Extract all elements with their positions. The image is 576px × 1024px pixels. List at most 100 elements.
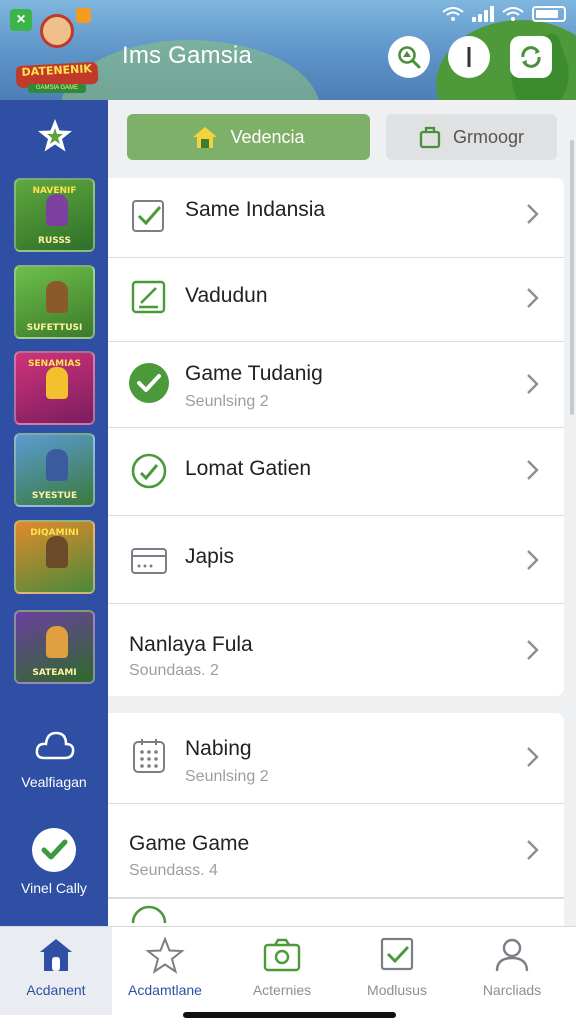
search-icon: [398, 46, 421, 69]
card-icon: [131, 548, 167, 574]
refresh-button[interactable]: [510, 36, 552, 78]
nav-label: Acternies: [252, 982, 312, 998]
check-outline-icon: [131, 905, 167, 924]
calendar-icon: [133, 739, 165, 773]
list-item[interactable]: Nanlaya Fula Soundaas. 2: [108, 604, 564, 696]
nav-item-narcliads[interactable]: Narcliads: [456, 927, 568, 1015]
game-thumbnail[interactable]: SYESTUE: [14, 433, 95, 507]
checkbox-icon: [380, 937, 414, 971]
list-item-title: Game Game: [129, 832, 250, 855]
game-thumbnail[interactable]: SATEAMI: [14, 610, 95, 684]
thumbnail-character: [46, 194, 68, 226]
chevron-right-icon: [527, 747, 539, 767]
thumbnail-character: [46, 626, 68, 658]
home-indicator[interactable]: [183, 1012, 396, 1018]
tab-vedencia[interactable]: Vedencia: [127, 114, 370, 160]
list-item[interactable]: Game Game Seundass. 4: [108, 804, 564, 898]
thumbnail-character: [46, 536, 68, 568]
nav-label: Narcliads: [482, 982, 542, 998]
app-header: × DATENENIK GAMSIA GAME Ims Gamsia: [0, 0, 576, 100]
chevron-right-icon: [527, 550, 539, 570]
list-item[interactable]: Nabing Seunlsing 2: [108, 713, 564, 804]
list-item-title: Game Tudanig: [185, 362, 323, 385]
app-title: Ims Gamsia: [122, 42, 253, 69]
logo-character: [40, 14, 74, 48]
check-filled-icon: [129, 363, 169, 403]
game-thumbnail[interactable]: SUFETTUSI: [14, 265, 95, 339]
signal-icon: [472, 6, 494, 22]
thumbnail-label: SUFETTUSI: [26, 323, 83, 333]
list-item-title: Nabing: [185, 737, 252, 760]
sidebar-item-label[interactable]: Vealfiagan: [0, 774, 108, 790]
info-icon: [467, 47, 471, 67]
chevron-right-icon: [527, 204, 539, 224]
list-item[interactable]: Japis: [108, 516, 564, 604]
tab-label: Vedencia: [230, 126, 305, 147]
tab-grmoogr[interactable]: Grmoogr: [386, 114, 557, 160]
list-item-subtitle: Seunlsing 2: [185, 393, 269, 410]
chevron-right-icon: [527, 840, 539, 860]
list-item[interactable]: Vadudun: [108, 258, 564, 342]
chevron-right-icon: [527, 460, 539, 480]
wifi-icon: [442, 7, 464, 21]
thumbnail-label: SYESTUE: [31, 491, 78, 501]
search-button[interactable]: [388, 36, 430, 78]
checkbox-icon: [132, 200, 164, 232]
list-card-secondary: Nabing Seunlsing 2 Game Game Seundass. 4: [108, 713, 564, 926]
nav-item-acdanent[interactable]: Acdanent: [0, 927, 112, 1015]
thumbnail-character: [46, 367, 68, 399]
nav-item-acdamtlane[interactable]: Acdamtlane: [109, 927, 221, 1015]
user-icon: [495, 938, 529, 972]
cloud-icon[interactable]: [34, 728, 76, 764]
list-item-subtitle: Seunlsing 2: [185, 768, 269, 785]
chevron-right-icon: [527, 640, 539, 660]
thumbnail-character: [46, 281, 68, 313]
list-item[interactable]: Same Indansia: [108, 178, 564, 258]
game-thumbnail[interactable]: NAVENIF RUSSS: [14, 178, 95, 252]
list-item-subtitle: Soundaas. 2: [129, 662, 219, 679]
app-logo: DATENENIK GAMSIA GAME: [14, 10, 100, 94]
list-item-title: Nanlaya Fula: [129, 633, 253, 656]
game-thumbnail[interactable]: SENAMIAS: [14, 351, 95, 425]
thumbnail-label: RUSSS: [38, 236, 71, 246]
info-button[interactable]: [448, 36, 490, 78]
status-bar-icons: [442, 6, 566, 22]
sidebar: NAVENIF RUSSS SUFETTUSI SENAMIAS SYESTUE DIQA…: [0, 100, 108, 926]
tab-label: Grmoogr: [452, 126, 524, 147]
wifi-icon: [502, 7, 524, 21]
game-thumbnail[interactable]: DIQAMINI: [14, 520, 95, 594]
edit-icon: [131, 280, 166, 314]
home-icon: [40, 939, 72, 971]
list-item-subtitle: Seundass. 4: [129, 862, 218, 879]
star-icon: [145, 936, 185, 974]
battery-icon: [532, 6, 566, 22]
nav-item-acternies[interactable]: Acternies: [226, 927, 338, 1015]
home-icon: [193, 127, 218, 148]
logo-subtext: GAMSIA GAME: [28, 84, 86, 93]
chevron-right-icon: [527, 288, 539, 308]
list-card-primary: Same Indansia Vadudun Game Tudanig Seunl…: [108, 178, 564, 696]
list-item-title: Japis: [185, 545, 235, 568]
scrollbar[interactable]: [570, 140, 574, 415]
list-item-title: Same Indansia: [185, 198, 326, 221]
favorites-star-icon[interactable]: [36, 117, 74, 155]
nav-label: Acdanent: [26, 982, 86, 998]
list-item[interactable]: Game Tudanig Seunlsing 2: [108, 342, 564, 428]
check-circle-icon[interactable]: [32, 828, 76, 872]
thumbnail-label: SATEAMI: [32, 668, 77, 678]
list-item[interactable]: Lomat Gatien: [108, 428, 564, 516]
nav-item-modlusus[interactable]: Modlusus: [341, 927, 453, 1015]
nav-label: Acdamtlane: [128, 982, 202, 998]
list-item-title: Vadudun: [185, 284, 268, 307]
list-item[interactable]: [108, 898, 564, 926]
sidebar-item-label[interactable]: Vinel Cally: [0, 880, 108, 896]
thumbnail-character: [46, 449, 68, 481]
camera-icon: [263, 938, 301, 972]
refresh-icon: [521, 46, 541, 68]
thumbnail-title: NAVENIF: [32, 186, 77, 196]
list-item-title: Lomat Gatien: [185, 457, 312, 480]
bag-icon: [419, 126, 441, 149]
check-outline-icon: [131, 453, 167, 489]
bottom-navigation: Acdanent Acdamtlane Acternies Modlusus N…: [0, 926, 576, 1024]
thumbnail-title: SENAMIAS: [28, 359, 81, 369]
